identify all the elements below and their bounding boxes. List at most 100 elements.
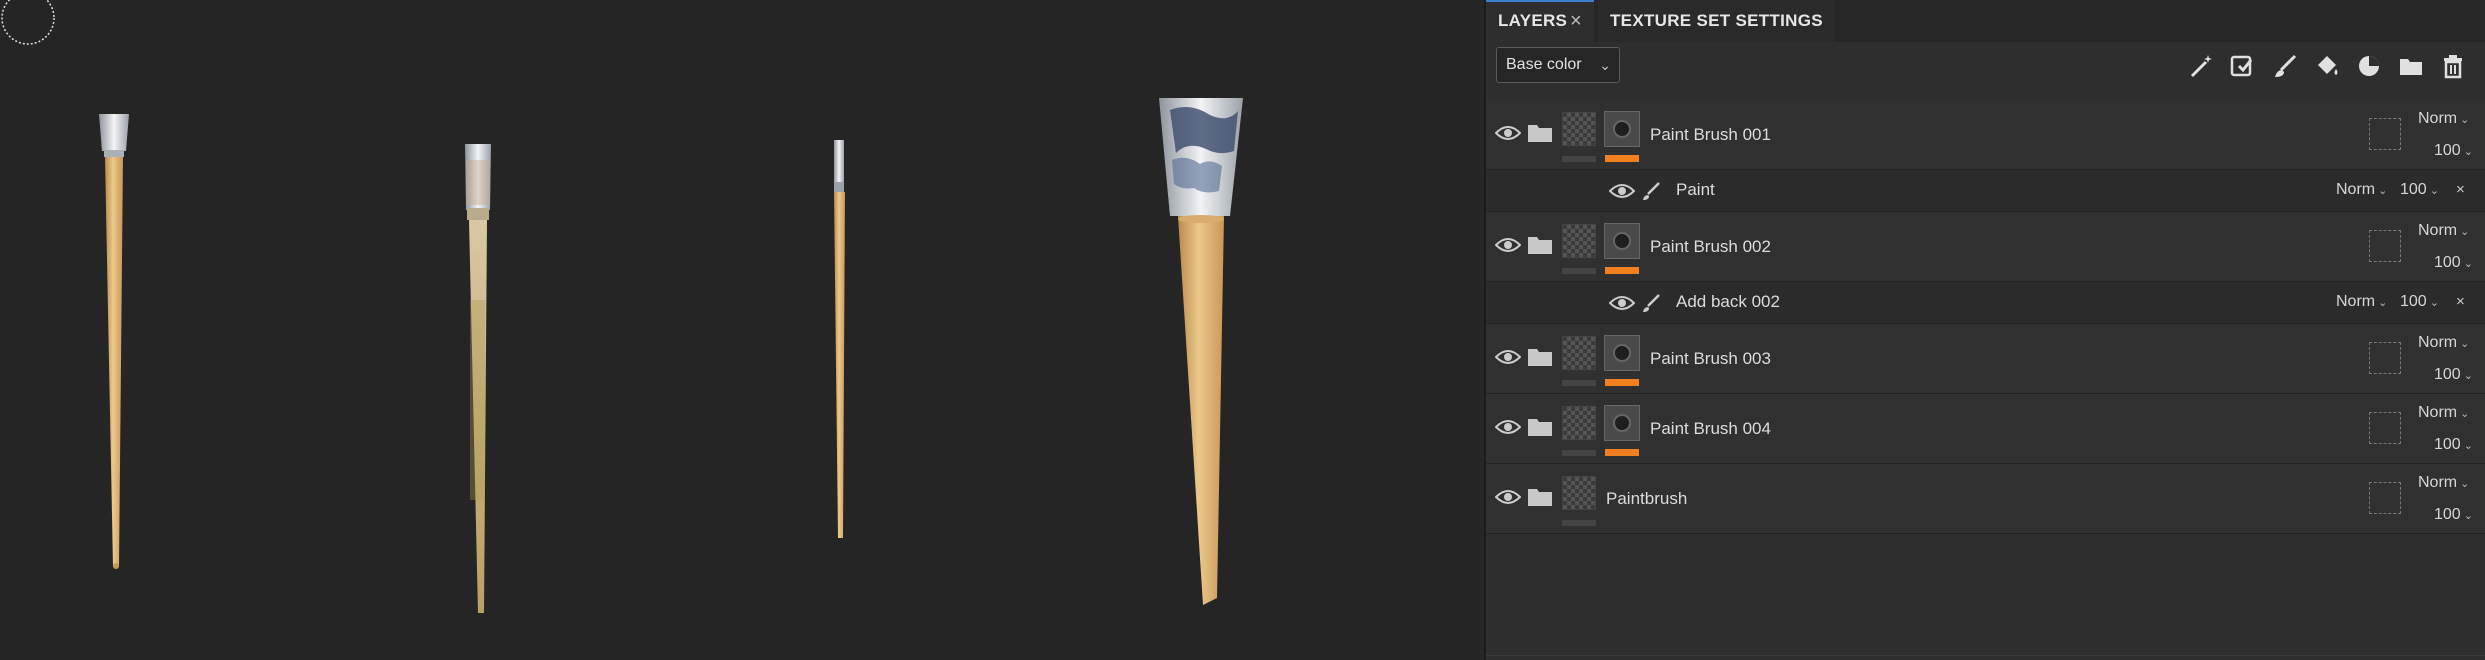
opacity-select[interactable]: 100 ⌄ xyxy=(2400,181,2439,199)
layer-row-paint-brush-001[interactable]: Paint Brush 001 Norm ⌄ 100 ⌄ xyxy=(1486,100,2485,170)
opacity-select[interactable]: 100 ⌄ xyxy=(2400,293,2439,311)
thumbnail-bar xyxy=(1562,450,1596,456)
opacity-value: 100 xyxy=(2400,181,2427,198)
blend-mode-value: Norm xyxy=(2418,334,2458,351)
layer-thumbnail[interactable] xyxy=(1562,406,1596,440)
layer-name[interactable]: Paint Brush 002 xyxy=(1650,237,1771,257)
opacity-select[interactable]: 100 ⌄ xyxy=(2434,142,2473,160)
folder-icon[interactable] xyxy=(2397,52,2425,80)
close-icon[interactable]: × xyxy=(2456,181,2465,198)
opacity-value: 100 xyxy=(2434,142,2461,159)
layer-row-paint-brush-002[interactable]: Paint Brush 002 Norm ⌄ 100 ⌄ xyxy=(1486,212,2485,282)
sublayer-row-paint[interactable]: Paint Norm ⌄ 100 ⌄ × xyxy=(1486,170,2485,212)
magic-wand-icon[interactable] xyxy=(2187,52,2215,80)
chevron-down-icon: ⌄ xyxy=(2460,370,2473,382)
chevron-down-icon: ⌄ xyxy=(2457,338,2470,350)
mask-color-bar xyxy=(1605,155,1639,162)
paint-brush-model-3 xyxy=(834,140,845,538)
blend-mode-select[interactable]: Norm ⌄ xyxy=(2336,181,2387,199)
color-selection-icon[interactable] xyxy=(2355,52,2383,80)
eye-icon[interactable] xyxy=(1495,418,1521,436)
layer-mask-thumbnail[interactable] xyxy=(1604,111,1640,147)
layer-thumbnail[interactable] xyxy=(1562,476,1596,510)
eye-icon[interactable] xyxy=(1495,488,1521,506)
eye-icon[interactable] xyxy=(1609,294,1635,312)
layer-mask-thumbnail[interactable] xyxy=(1604,335,1640,371)
chevron-down-icon: ⌄ xyxy=(2457,226,2470,238)
blend-mode-select[interactable]: Norm ⌄ xyxy=(2418,222,2469,240)
chevron-down-icon: ⌄ xyxy=(2426,185,2439,197)
layer-effect-slot[interactable] xyxy=(2369,342,2401,374)
paint-brush-icon xyxy=(1643,294,1660,312)
layer-mask-thumbnail[interactable] xyxy=(1604,223,1640,259)
blend-mode-value: Norm xyxy=(2418,222,2458,239)
opacity-value: 100 xyxy=(2434,254,2461,271)
trash-icon[interactable] xyxy=(2439,52,2467,80)
blend-mode-select[interactable]: Norm ⌄ xyxy=(2418,404,2469,422)
layer-effect-slot[interactable] xyxy=(2369,118,2401,150)
chevron-down-icon: ⌄ xyxy=(2457,478,2470,490)
blend-mode-select[interactable]: Norm ⌄ xyxy=(2336,293,2387,311)
layer-effect-slot[interactable] xyxy=(2369,230,2401,262)
opacity-value: 100 xyxy=(2400,293,2427,310)
tab-layers[interactable]: LAYERS × xyxy=(1486,0,1594,42)
paint-brush-icon[interactable] xyxy=(2271,52,2299,80)
eye-icon[interactable] xyxy=(1495,348,1521,366)
thumbnail-bar xyxy=(1562,520,1596,526)
add-mask-icon[interactable] xyxy=(2229,52,2257,80)
folder-icon xyxy=(1528,489,1552,506)
folder-icon xyxy=(1528,349,1552,366)
channel-select[interactable]: Base color ⌄ xyxy=(1496,47,1620,83)
layer-row-paint-brush-004[interactable]: Paint Brush 004 Norm ⌄ 100 ⌄ xyxy=(1486,394,2485,464)
panel-tab-bar: LAYERS × TEXTURE SET SETTINGS xyxy=(1486,0,2485,42)
chevron-down-icon: ⌄ xyxy=(2460,146,2473,158)
chevron-down-icon: ⌄ xyxy=(2457,114,2470,126)
close-icon[interactable]: × xyxy=(1570,2,1582,40)
blend-mode-value: Norm xyxy=(2418,110,2458,127)
opacity-select[interactable]: 100 ⌄ xyxy=(2434,366,2473,384)
fill-bucket-icon[interactable] xyxy=(2313,52,2341,80)
blend-mode-select[interactable]: Norm ⌄ xyxy=(2418,334,2469,352)
3d-viewport[interactable] xyxy=(0,0,1484,660)
chevron-down-icon: ⌄ xyxy=(2460,258,2473,270)
chevron-down-icon: ⌄ xyxy=(2375,185,2388,197)
layer-thumbnail[interactable] xyxy=(1562,336,1596,370)
blend-mode-value: Norm xyxy=(2418,474,2458,491)
sublayer-name[interactable]: Paint xyxy=(1676,180,1715,200)
thumbnail-bar xyxy=(1562,268,1596,274)
brush-cursor-icon xyxy=(1,0,55,45)
blend-mode-select[interactable]: Norm ⌄ xyxy=(2418,110,2469,128)
layer-row-paintbrush[interactable]: Paintbrush Norm ⌄ 100 ⌄ xyxy=(1486,464,2485,534)
opacity-select[interactable]: 100 ⌄ xyxy=(2434,436,2473,454)
eye-icon[interactable] xyxy=(1495,124,1521,142)
layer-name[interactable]: Paintbrush xyxy=(1606,489,1687,509)
folder-icon xyxy=(1528,125,1552,142)
opacity-select[interactable]: 100 ⌄ xyxy=(2434,254,2473,272)
layer-effect-slot[interactable] xyxy=(2369,412,2401,444)
opacity-select[interactable]: 100 ⌄ xyxy=(2434,506,2473,524)
layer-name[interactable]: Paint Brush 004 xyxy=(1650,419,1771,439)
folder-icon xyxy=(1528,237,1552,254)
tab-texture-set-settings[interactable]: TEXTURE SET SETTINGS xyxy=(1598,0,1835,42)
layer-effect-slot[interactable] xyxy=(2369,482,2401,514)
tab-layers-label: LAYERS xyxy=(1498,11,1568,30)
sublayer-name[interactable]: Add back 002 xyxy=(1676,292,1780,312)
sublayer-row-add-back-002[interactable]: Add back 002 Norm ⌄ 100 ⌄ × xyxy=(1486,282,2485,324)
eye-icon[interactable] xyxy=(1495,236,1521,254)
channel-select-value: Base color xyxy=(1506,56,1582,73)
paint-brush-icon xyxy=(1643,182,1660,200)
layer-row-paint-brush-003[interactable]: Paint Brush 003 Norm ⌄ 100 ⌄ xyxy=(1486,324,2485,394)
layer-thumbnail[interactable] xyxy=(1562,112,1596,146)
eye-icon[interactable] xyxy=(1609,182,1635,200)
layer-name[interactable]: Paint Brush 001 xyxy=(1650,125,1771,145)
layer-mask-thumbnail[interactable] xyxy=(1604,405,1640,441)
thumbnail-bar xyxy=(1562,156,1596,162)
layer-thumbnail[interactable] xyxy=(1562,224,1596,258)
paint-brush-model-2 xyxy=(465,144,491,613)
blend-mode-select[interactable]: Norm ⌄ xyxy=(2418,474,2469,492)
opacity-value: 100 xyxy=(2434,506,2461,523)
layer-name[interactable]: Paint Brush 003 xyxy=(1650,349,1771,369)
mask-color-bar xyxy=(1605,379,1639,386)
close-icon[interactable]: × xyxy=(2456,293,2465,310)
viewport-canvas xyxy=(1,0,1243,613)
